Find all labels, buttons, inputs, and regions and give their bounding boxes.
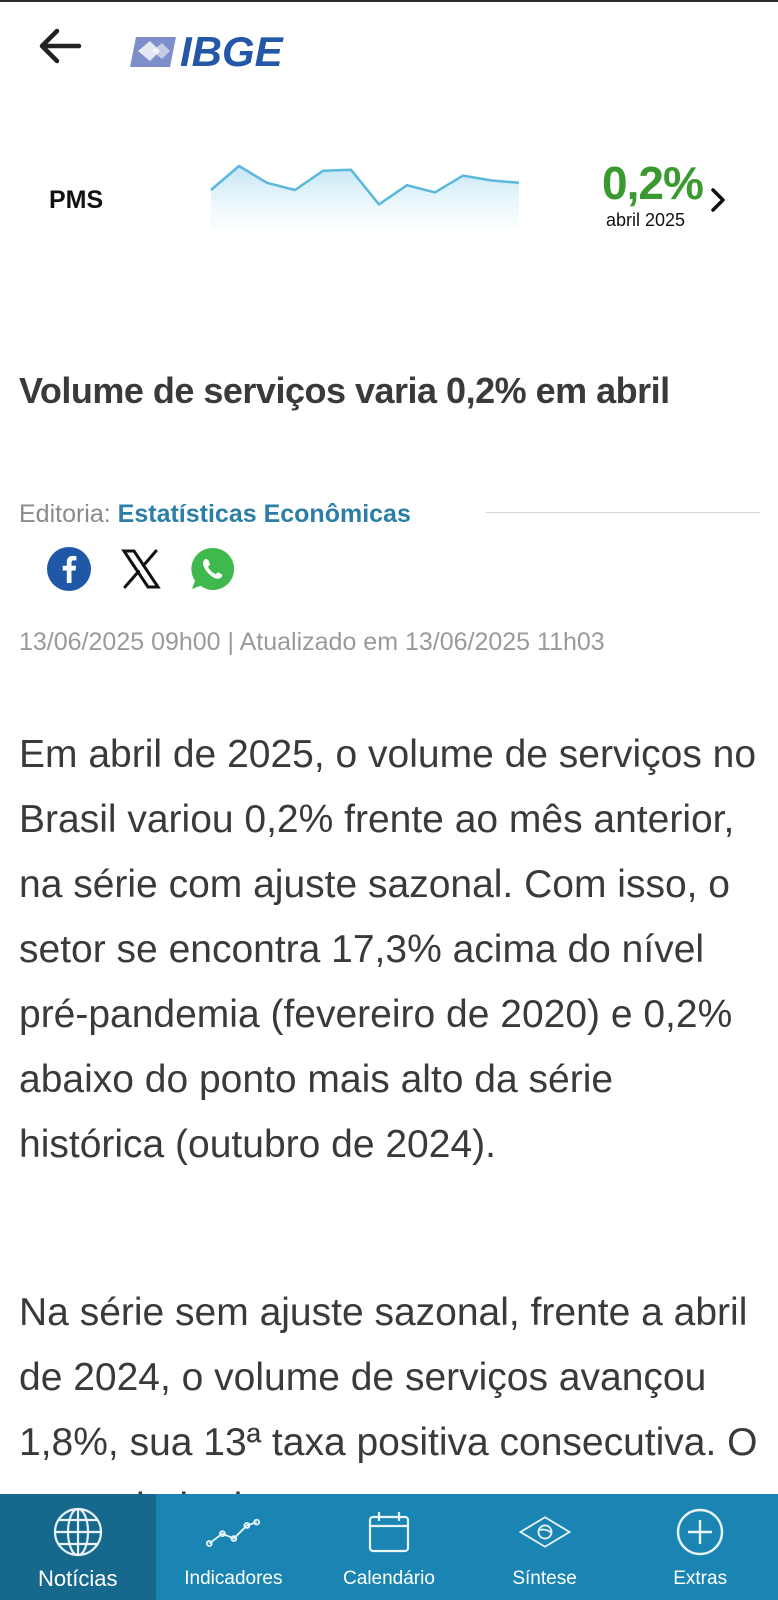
bottom-navigation: Notícias Indicadores Calendário Síntese … <box>0 1494 778 1600</box>
ibge-logo: IBGE <box>130 28 283 76</box>
article-title: Volume de serviços varia 0,2% em abril <box>19 370 670 411</box>
editoria-link[interactable]: Estatísticas Econômicas <box>118 500 411 528</box>
ibge-logo-mark-icon <box>130 37 176 67</box>
editoria-label: Editoria: <box>19 500 111 528</box>
nav-item-extras[interactable]: Extras <box>622 1494 778 1600</box>
nav-item-sintese[interactable]: Síntese <box>467 1494 623 1600</box>
line-chart-icon <box>206 1518 261 1547</box>
nav-item-indicadores[interactable]: Indicadores <box>156 1494 312 1600</box>
share-x-button[interactable] <box>118 546 164 592</box>
editoria: Editoria: Estatísticas Econômicas <box>19 500 411 529</box>
page: IBGE PMS 0,2% abril 2025 Volume de servi… <box>0 0 778 1600</box>
nav-item-calendario[interactable]: Calendário <box>311 1494 467 1600</box>
share-facebook-button[interactable] <box>46 546 92 592</box>
indicator-period: abril 2025 <box>606 210 686 230</box>
nav-item-noticias[interactable]: Notícias <box>0 1494 156 1600</box>
nav-label: Extras <box>673 1568 728 1589</box>
arrow-left-icon <box>39 28 82 64</box>
indicator-card[interactable]: PMS 0,2% abril 2025 <box>0 150 778 250</box>
back-button[interactable] <box>30 18 90 74</box>
divider <box>486 512 760 513</box>
calendar-icon <box>368 1512 410 1553</box>
whatsapp-icon <box>191 547 235 590</box>
nav-label: Calendário <box>343 1568 435 1589</box>
app-header: IBGE <box>0 14 778 94</box>
status-divider <box>0 0 778 2</box>
synthesis-icon <box>518 1516 571 1548</box>
globe-icon <box>53 1507 102 1557</box>
x-icon <box>121 549 161 589</box>
plus-circle-icon <box>676 1508 724 1556</box>
indicator-sparkline <box>210 164 520 230</box>
share-whatsapp-button[interactable] <box>190 546 236 592</box>
share-bar <box>46 546 262 592</box>
logo-text: IBGE <box>180 28 283 75</box>
nav-label: Indicadores <box>184 1568 283 1589</box>
indicator-label: PMS <box>49 186 104 214</box>
article-paragraph: Em abril de 2025, o volume de serviços n… <box>19 733 757 1166</box>
article-dates: 13/06/2025 09h00 | Atualizado em 13/06/2… <box>19 628 605 656</box>
indicator-value: 0,2% <box>602 157 704 209</box>
nav-label: Notícias <box>38 1566 118 1591</box>
chevron-right-icon[interactable] <box>705 182 731 218</box>
facebook-icon <box>47 547 91 591</box>
nav-label: Síntese <box>512 1568 577 1589</box>
